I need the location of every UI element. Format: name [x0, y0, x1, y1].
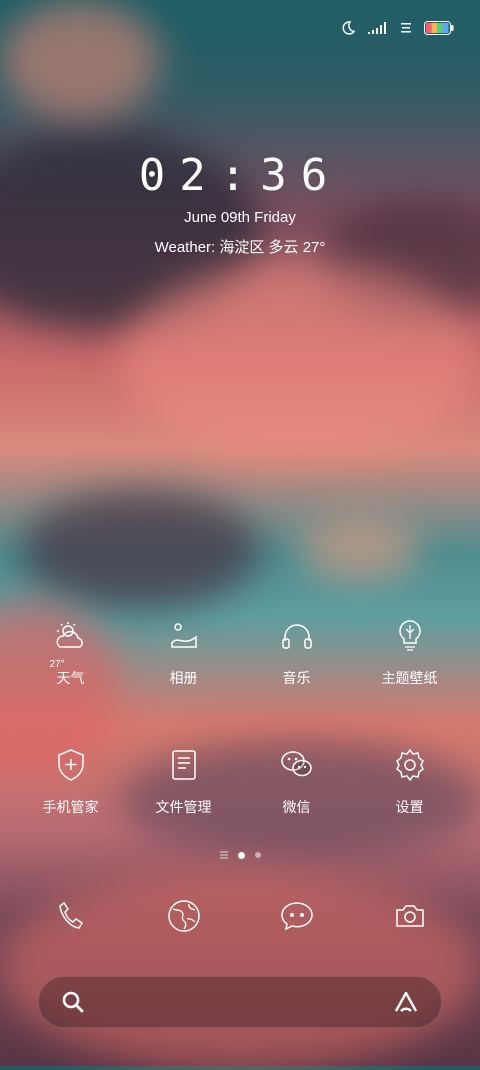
app-label: 微信	[282, 799, 311, 815]
app-messages[interactable]	[240, 896, 353, 940]
app-camera[interactable]	[353, 896, 466, 940]
app-grid-row-1: 27° 天气 相册 音乐 主题壁纸	[14, 616, 466, 688]
app-weather[interactable]: 27° 天气	[14, 616, 127, 688]
app-file-manager[interactable]: 文件管理	[127, 745, 240, 817]
app-label: 音乐	[282, 670, 311, 686]
app-label: 主题壁纸	[381, 670, 438, 686]
app-label: 天气	[56, 670, 85, 686]
clock-date: June 09th Friday	[184, 209, 296, 226]
assistant-icon[interactable]	[393, 990, 419, 1014]
page-indicator[interactable]	[0, 851, 480, 859]
clock-widget[interactable]: 02:36 June 09th Friday Weather: 海淀区 多云 2…	[0, 150, 480, 257]
app-music[interactable]: 音乐	[240, 616, 353, 688]
app-label: 相册	[169, 670, 198, 686]
battery-icon	[424, 21, 454, 35]
message-icon	[277, 896, 317, 936]
app-grid-row-2: 手机管家 文件管理 微信 设置	[14, 745, 466, 817]
weather-temp: 27°	[49, 659, 65, 670]
phone-icon	[51, 896, 91, 936]
weather-icon: 27°	[50, 616, 91, 670]
headphones-icon	[277, 616, 317, 656]
app-gallery[interactable]: 相册	[127, 616, 240, 688]
app-label: 设置	[395, 799, 424, 815]
clock-weather: Weather: 海淀区 多云 27°	[154, 239, 326, 256]
page-dot-active[interactable]	[237, 851, 245, 859]
app-label: 手机管家	[42, 799, 99, 815]
status-bar	[340, 20, 454, 36]
list-icon	[219, 851, 228, 859]
page-dot[interactable]	[254, 852, 261, 858]
app-wechat[interactable]: 微信	[240, 745, 353, 817]
clock-time: 02:36	[138, 150, 342, 201]
wechat-icon	[277, 745, 317, 785]
camera-icon	[390, 896, 430, 936]
app-theme[interactable]: 主题壁纸	[353, 616, 466, 688]
app-phone-manager[interactable]: 手机管家	[14, 745, 127, 817]
search-bar[interactable]	[38, 976, 442, 1028]
lightbulb-icon	[390, 616, 430, 656]
app-settings[interactable]: 设置	[353, 745, 466, 817]
gallery-icon	[164, 616, 204, 656]
file-icon	[164, 745, 204, 785]
wifi-icon	[401, 23, 411, 33]
moon-icon	[342, 21, 356, 35]
app-browser[interactable]	[127, 896, 240, 940]
signal-icon	[368, 22, 386, 34]
shield-icon	[51, 745, 91, 785]
app-label: 文件管理	[155, 799, 212, 815]
dock	[14, 896, 466, 940]
search-icon[interactable]	[61, 990, 85, 1014]
browser-icon	[164, 896, 204, 936]
app-phone[interactable]	[14, 896, 127, 940]
gear-icon	[390, 745, 430, 785]
